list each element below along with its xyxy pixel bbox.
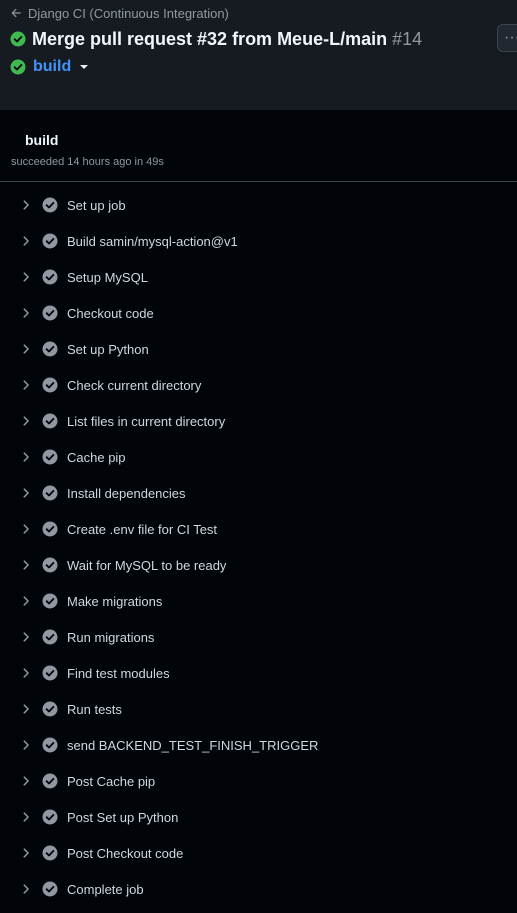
check-circle-fill-icon: [42, 737, 58, 753]
back-link-label: Django CI (Continuous Integration): [28, 5, 229, 21]
step-row[interactable]: Complete job: [0, 871, 517, 907]
step-label: Wait for MySQL to be ready: [67, 557, 227, 573]
kebab-horizontal-icon: ···: [504, 29, 517, 46]
step-label: Find test modules: [67, 665, 170, 681]
check-circle-fill-icon: [42, 413, 58, 429]
step-row[interactable]: Check current directory: [0, 367, 517, 403]
chevron-right-icon: [23, 632, 29, 642]
step-label: Check current directory: [67, 377, 202, 393]
check-circle-fill-icon: [42, 773, 58, 789]
job-heading: build: [25, 132, 59, 148]
check-circle-fill-icon: [10, 31, 26, 47]
step-label: Cache pip: [67, 449, 126, 465]
chevron-right-icon: [23, 884, 29, 894]
check-circle-fill-icon: [42, 305, 58, 321]
step-row[interactable]: Setup MySQL: [0, 259, 517, 295]
step-label: Build samin/mysql-action@v1: [67, 233, 238, 249]
chevron-right-icon: [23, 488, 29, 498]
back-to-workflow-link[interactable]: Django CI (Continuous Integration): [10, 4, 229, 22]
job-name-link[interactable]: build: [33, 58, 71, 76]
step-label: Install dependencies: [67, 485, 186, 501]
chevron-right-icon: [23, 308, 29, 318]
step-row[interactable]: send BACKEND_TEST_FINISH_TRIGGER: [0, 727, 517, 763]
workflow-run-header: Django CI (Continuous Integration) Merge…: [0, 0, 517, 110]
check-circle-fill-icon: [42, 701, 58, 717]
step-label: Checkout code: [67, 305, 154, 321]
step-label: Post Checkout code: [67, 845, 184, 861]
chevron-right-icon: [23, 344, 29, 354]
chevron-right-icon: [23, 848, 29, 858]
step-row[interactable]: Create .env file for CI Test: [0, 511, 517, 547]
step-row[interactable]: Make migrations: [0, 583, 517, 619]
step-label: List files in current directory: [67, 413, 226, 429]
check-circle-fill-icon: [42, 809, 58, 825]
job-status-text: succeeded 14 hours ago in 49s: [11, 156, 164, 168]
step-row[interactable]: Run migrations: [0, 619, 517, 655]
step-label: Complete job: [67, 881, 144, 897]
check-circle-fill-icon: [42, 665, 58, 681]
more-options-button[interactable]: ···: [497, 24, 517, 52]
step-row[interactable]: Post Set up Python: [0, 799, 517, 835]
step-row[interactable]: Set up job: [0, 187, 517, 223]
step-row[interactable]: Post Checkout code: [0, 835, 517, 871]
arrow-left-icon: [11, 8, 21, 18]
step-row[interactable]: Post Cache pip: [0, 763, 517, 799]
step-row[interactable]: Find test modules: [0, 655, 517, 691]
step-row[interactable]: List files in current directory: [0, 403, 517, 439]
chevron-right-icon: [23, 272, 29, 282]
chevron-right-icon: [23, 812, 29, 822]
chevron-right-icon: [23, 560, 29, 570]
chevron-right-icon: [23, 380, 29, 390]
divider: [0, 181, 517, 182]
chevron-right-icon: [23, 236, 29, 246]
step-row[interactable]: Cache pip: [0, 439, 517, 475]
step-label: Make migrations: [67, 593, 163, 609]
step-row[interactable]: Build samin/mysql-action@v1: [0, 223, 517, 259]
check-circle-fill-icon: [42, 449, 58, 465]
check-circle-fill-icon: [42, 629, 58, 645]
check-circle-fill-icon: [42, 197, 58, 213]
check-circle-fill-icon: [42, 233, 58, 249]
check-circle-fill-icon: [42, 269, 58, 285]
chevron-right-icon: [23, 776, 29, 786]
check-circle-fill-icon: [42, 881, 58, 897]
chevron-right-icon: [23, 704, 29, 714]
step-label: Set up Python: [67, 341, 149, 357]
check-circle-fill-icon: [42, 557, 58, 573]
step-row[interactable]: Wait for MySQL to be ready: [0, 547, 517, 583]
check-circle-fill-icon: [42, 521, 58, 537]
run-title: Merge pull request #32 from Meue-L/main: [32, 28, 388, 49]
step-label: Run migrations: [67, 629, 155, 645]
chevron-right-icon: [23, 416, 29, 426]
check-circle-fill-icon: [42, 593, 58, 609]
chevron-right-icon: [23, 668, 29, 678]
run-number: #14: [392, 28, 423, 49]
chevron-right-icon: [23, 524, 29, 534]
step-row[interactable]: Set up Python: [0, 331, 517, 367]
step-label: Run tests: [67, 701, 122, 717]
step-row[interactable]: Checkout code: [0, 295, 517, 331]
chevron-right-icon: [23, 200, 29, 210]
job-selector[interactable]: build: [10, 56, 89, 78]
check-circle-fill-icon: [42, 377, 58, 393]
chevron-right-icon: [23, 740, 29, 750]
step-label: send BACKEND_TEST_FINISH_TRIGGER: [67, 737, 319, 753]
job-steps-list: Set up job Build samin/mysql-action@v1 S…: [0, 187, 517, 907]
chevron-right-icon: [23, 452, 29, 462]
check-circle-fill-icon: [42, 485, 58, 501]
step-row[interactable]: Run tests: [0, 691, 517, 727]
step-label: Post Cache pip: [67, 773, 156, 789]
run-title-row: Merge pull request #32 from Meue-L/main …: [10, 26, 422, 52]
step-label: Setup MySQL: [67, 269, 148, 285]
triangle-down-icon[interactable]: [80, 65, 89, 69]
step-label: Create .env file for CI Test: [67, 521, 218, 537]
step-label: Post Set up Python: [67, 809, 179, 825]
check-circle-fill-icon: [10, 59, 26, 75]
chevron-right-icon: [23, 596, 29, 606]
step-label: Set up job: [67, 197, 126, 213]
check-circle-fill-icon: [42, 341, 58, 357]
step-row[interactable]: Install dependencies: [0, 475, 517, 511]
check-circle-fill-icon: [42, 845, 58, 861]
